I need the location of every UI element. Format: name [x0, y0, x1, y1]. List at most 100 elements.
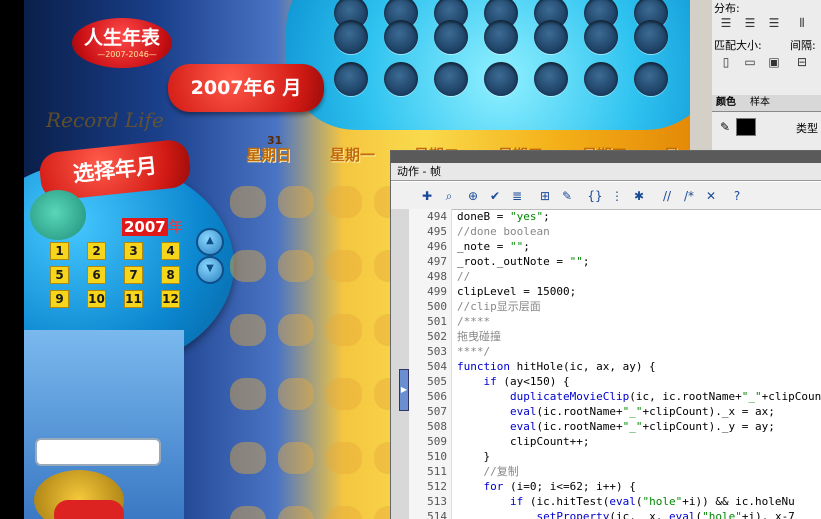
actions-panel: 动作 - 帧 ✚ ⌕ ⊕ ✔ ≣ ⊞ ✎ {} ⋮ ✱ // /* ✕? ▶ 494 doneB = "y… [390, 150, 821, 519]
calendar-day-slot[interactable] [326, 250, 362, 282]
collapse-icon[interactable]: {} [587, 188, 603, 204]
find-icon[interactable]: ⌕ [441, 188, 457, 204]
code-token: clipLevel = 15000; [457, 285, 577, 298]
line-number: 513 [427, 495, 447, 508]
code-token: 拖曳碰撞 [457, 330, 501, 343]
month-button[interactable]: 10 [87, 290, 106, 308]
calendar-day-slot[interactable] [230, 186, 266, 218]
month-button[interactable]: 11 [124, 290, 143, 308]
code-token: clipCount++; [457, 435, 590, 448]
script-assist-icon[interactable]: ✎ [559, 188, 575, 204]
line-number: 506 [427, 390, 447, 403]
tab-swatch[interactable]: 样本 [748, 95, 772, 111]
stroke-color-swatch[interactable] [736, 118, 756, 136]
month-button[interactable]: 8 [161, 266, 180, 284]
month-button[interactable]: 5 [50, 266, 69, 284]
expand-icon[interactable]: ⋮ [609, 188, 625, 204]
calendar-day-slot[interactable] [230, 314, 266, 346]
line-number: 495 [427, 225, 447, 238]
block-comment-icon[interactable]: /* [681, 188, 697, 204]
tab-color[interactable]: 颜色 [714, 95, 738, 111]
month-button[interactable]: 6 [87, 266, 106, 284]
month-button[interactable]: 9 [50, 290, 69, 308]
calendar-day-slot[interactable] [326, 442, 362, 474]
calendar-day-slot[interactable] [326, 378, 362, 410]
line-number: 497 [427, 255, 447, 268]
calendar-day-slot[interactable] [326, 186, 362, 218]
code-token: (ic.hitTest( [523, 495, 610, 508]
code-token: if [483, 375, 497, 388]
distribute-center-icon[interactable]: ☰ [742, 16, 758, 30]
calendar-day-slot[interactable] [230, 250, 266, 282]
calendar-day-slot[interactable] [278, 442, 314, 474]
comment-icon[interactable]: // [659, 188, 675, 204]
code-editor[interactable]: 494 doneB = "yes"; 495 //done boolean 496 _no… [409, 209, 821, 519]
code-token: "_" [622, 420, 643, 433]
calendar-day-slot[interactable] [278, 378, 314, 410]
format-icon[interactable]: ≣ [509, 188, 525, 204]
year-down-button[interactable]: ▼ [196, 256, 224, 284]
line-number: 510 [427, 450, 447, 463]
line-number: 494 [427, 210, 447, 223]
help-icon[interactable]: ? [729, 188, 745, 204]
code-token: ; [543, 210, 550, 223]
year-number: 2007 [122, 218, 168, 236]
add-icon[interactable]: ✚ [419, 188, 435, 204]
calendar-day-slot[interactable] [230, 378, 266, 410]
match-width-icon[interactable]: ▯ [718, 55, 734, 69]
month-button[interactable]: 3 [124, 242, 143, 260]
match-height-icon[interactable]: ▭ [742, 55, 758, 69]
code-token: "yes" [509, 210, 544, 223]
month-button[interactable]: 2 [87, 242, 106, 260]
space-evenly-icon[interactable]: ⊟ [794, 55, 810, 69]
match-both-icon[interactable]: ▣ [766, 55, 782, 69]
line-number: 509 [427, 435, 447, 448]
distribute-left-icon[interactable]: ⫴ [794, 16, 810, 30]
calendar-day-slot[interactable] [278, 250, 314, 282]
bottom-red-button[interactable] [54, 500, 124, 519]
line-number: 508 [427, 420, 447, 433]
line-number: 505 [427, 375, 447, 388]
calendar-day-slot[interactable] [326, 506, 362, 519]
check-icon[interactable]: ✔ [487, 188, 503, 204]
code-token: +clipCount)._x = ax; [642, 405, 775, 418]
uncomment-icon[interactable]: ✕ [703, 188, 719, 204]
distribute-bottom-icon[interactable]: ☰ [766, 16, 782, 30]
code-text: if (ic.hitTest(eval("hole"+i)) && ic.hol… [457, 494, 795, 509]
code-token: eval [609, 495, 636, 508]
code-text: //复制 [457, 464, 518, 479]
year-up-button[interactable]: ▲ [196, 228, 224, 256]
keypad-hole [584, 20, 618, 54]
calendar-day-slot[interactable] [230, 442, 266, 474]
star-icon[interactable]: ✱ [631, 188, 647, 204]
debug-icon[interactable]: ⊞ [537, 188, 553, 204]
code-text: doneB = "yes"; [457, 209, 550, 224]
month-button[interactable]: 1 [50, 242, 69, 260]
calendar-day-slot[interactable] [230, 506, 266, 519]
distribute-top-icon[interactable]: ☰ [718, 16, 734, 30]
actions-toolbar: ✚ ⌕ ⊕ ✔ ≣ ⊞ ✎ {} ⋮ ✱ // /* ✕? [391, 182, 821, 210]
month-button[interactable]: 7 [124, 266, 143, 284]
calendar-day-slot[interactable] [278, 186, 314, 218]
code-token: ; [582, 255, 590, 268]
code-token: (ic, _x, [609, 510, 669, 519]
code-token: ; [523, 240, 530, 253]
target-icon[interactable]: ⊕ [465, 188, 481, 204]
pencil-icon[interactable]: ✎ [720, 120, 730, 134]
month-button[interactable]: 4 [161, 242, 180, 260]
type-label: 类型 [796, 122, 818, 135]
code-token: eval [509, 405, 537, 418]
collapse-handle[interactable]: ▶ [399, 369, 409, 411]
calendar-day-slot[interactable] [326, 314, 362, 346]
calendar-day-slot[interactable] [278, 506, 314, 519]
line-number: 496 [427, 240, 447, 253]
calendar-day-slot[interactable] [278, 314, 314, 346]
actions-title[interactable]: 动作 - 帧 [391, 163, 821, 181]
month-button[interactable]: 12 [161, 290, 180, 308]
note-input[interactable] [35, 438, 161, 466]
code-token: (ic.rootName+ [536, 420, 623, 433]
code-text: clipCount++; [457, 434, 589, 449]
code-token: eval [509, 420, 537, 433]
code-token: // [457, 270, 471, 283]
code-token: (ic.rootName+ [536, 405, 623, 418]
